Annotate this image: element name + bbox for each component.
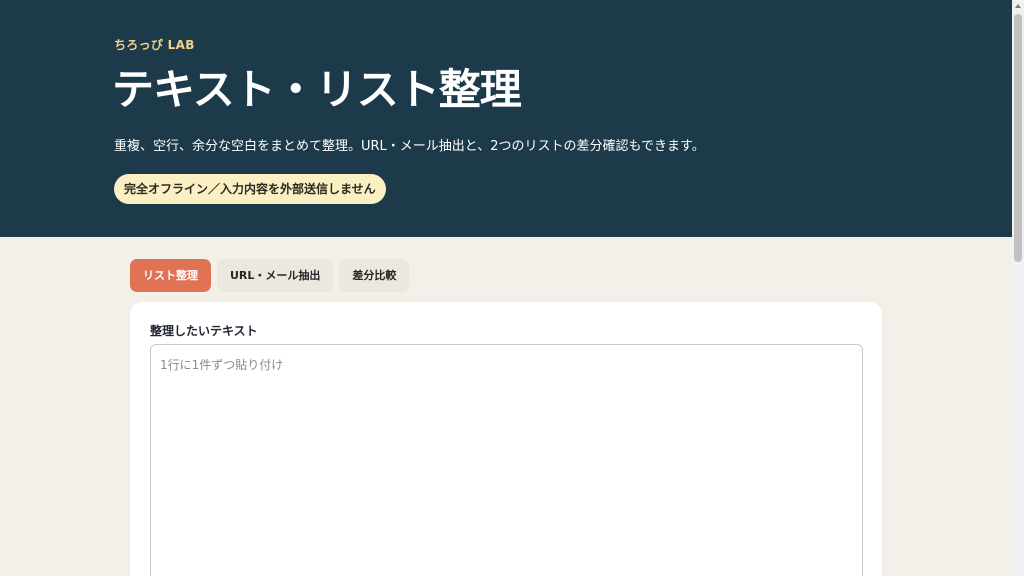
tab-list-cleanup[interactable]: リスト整理 (130, 259, 211, 292)
brand-name: ちろっぴ LAB (114, 38, 195, 52)
offline-badge: 完全オフライン／入力内容を外部送信しません (114, 174, 386, 204)
text-input[interactable] (150, 344, 863, 576)
scroll-thumb[interactable] (1014, 14, 1022, 262)
page: ちろっぴ LAB テキスト・リスト整理 重複、空行、余分な空白をまとめて整理。U… (0, 0, 1012, 576)
page-scrollbar[interactable] (1012, 0, 1024, 576)
page-subtitle: 重複、空行、余分な空白をまとめて整理。URL・メール抽出と、2つのリストの差分確… (114, 139, 705, 154)
scroll-up-arrow-icon[interactable] (1015, 4, 1021, 8)
hero-header: ちろっぴ LAB テキスト・リスト整理 重複、空行、余分な空白をまとめて整理。U… (0, 0, 1012, 237)
tab-url-email-extract[interactable]: URL・メール抽出 (217, 259, 334, 292)
tool-tabs: リスト整理 URL・メール抽出 差分比較 (130, 259, 410, 292)
page-title: テキスト・リスト整理 (112, 65, 522, 114)
input-label: 整理したいテキスト (150, 324, 258, 338)
tab-diff-compare[interactable]: 差分比較 (339, 259, 410, 292)
editor-card: 整理したいテキスト (130, 302, 882, 576)
